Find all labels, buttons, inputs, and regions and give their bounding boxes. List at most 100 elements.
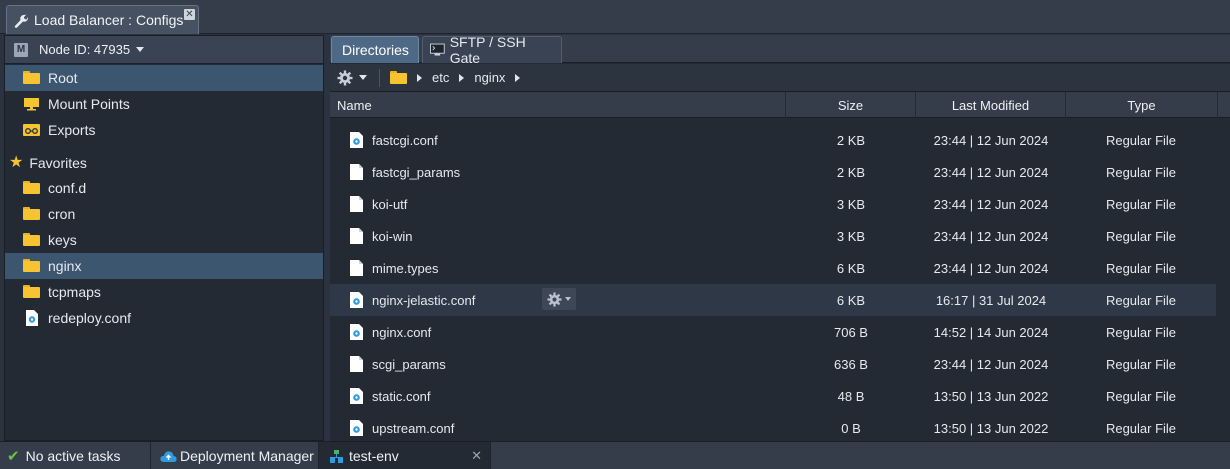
path-toolbar: etc nginx xyxy=(330,64,1230,92)
deployment-manager-button[interactable]: Deployment Manager xyxy=(160,442,314,469)
column-header-size[interactable]: Size xyxy=(786,92,916,118)
tree-item-label: Mount Points xyxy=(48,96,130,112)
chevron-down-icon xyxy=(136,47,145,52)
file-name-cell: static.conf xyxy=(350,380,770,412)
window-tab-bar: Load Balancer : Configs ✕ xyxy=(0,0,1230,34)
file-row[interactable]: scgi_params 636 B 23:44 | 12 Jun 2024 Regul… xyxy=(330,348,1216,380)
file-size-cell: 3 KB xyxy=(836,196,866,212)
gear-icon xyxy=(337,70,353,85)
environment-tab-test-env[interactable]: test-env ✕ xyxy=(319,442,490,469)
file-size-cell: 2 KB xyxy=(836,164,866,180)
file-row[interactable]: static.conf 48 B 13:50 | 13 Jun 2022 Regula… xyxy=(330,380,1216,412)
tree-item-favorite[interactable]: keys xyxy=(5,227,323,253)
config-file-icon xyxy=(26,310,38,326)
file-name-cell: koi-win xyxy=(350,220,770,252)
file-row[interactable]: nginx.conf 706 B 14:52 | 14 Jun 2024 Regula… xyxy=(330,316,1216,348)
close-icon[interactable]: ✕ xyxy=(184,9,195,20)
tree-item-favorite-selected[interactable]: nginx xyxy=(5,253,323,279)
environment-icon xyxy=(330,449,343,463)
file-name: scgi_params xyxy=(372,356,446,372)
status-bar: ✔ No active tasks Deployment Manager tes… xyxy=(0,441,1230,469)
file-modified-cell: 13:50 | 13 Jun 2022 xyxy=(933,388,1049,404)
settings-menu-button[interactable] xyxy=(337,70,367,86)
file-name-cell: fastcgi.conf xyxy=(350,124,770,156)
path-segment-etc[interactable]: etc xyxy=(432,70,449,85)
tab-sftp-ssh-gate[interactable]: SFTP / SSH Gate xyxy=(422,34,562,66)
column-header-last-modified[interactable]: Last Modified xyxy=(916,92,1066,118)
column-label: Type xyxy=(1127,97,1156,113)
file-icon xyxy=(350,164,363,180)
file-type-cell: Regular File xyxy=(1105,260,1177,276)
file-browser-panel: Directories SFTP / SSH Gate etc nginx Na… xyxy=(330,34,1230,444)
file-icon xyxy=(350,356,363,372)
file-name: koi-win xyxy=(372,228,413,244)
tab-label: Directories xyxy=(342,42,409,58)
file-row[interactable]: koi-win 3 KB 23:44 | 12 Jun 2024 Regular Fi… xyxy=(330,220,1216,252)
file-type-cell: Regular File xyxy=(1105,356,1177,372)
file-size-cell: 3 KB xyxy=(836,228,866,244)
tree-item-favorite[interactable]: tcpmaps xyxy=(5,279,323,305)
file-name: nginx-jelastic.conf xyxy=(372,292,476,308)
file-row[interactable]: upstream.conf 0 B 13:50 | 13 Jun 2022 Regul… xyxy=(330,412,1216,444)
tree-item-exports[interactable]: Exports xyxy=(5,117,323,143)
file-row[interactable]: fastcgi_params 2 KB 23:44 | 12 Jun 2024 Reg… xyxy=(330,156,1216,188)
file-modified-cell: 23:44 | 12 Jun 2024 xyxy=(933,196,1049,212)
file-grid-header: Name Size Last Modified Type xyxy=(330,92,1230,118)
folder-icon xyxy=(390,71,407,84)
deployment-manager-label: Deployment Manager xyxy=(180,448,314,464)
tree-item-label: tcpmaps xyxy=(48,284,101,300)
file-size-cell: 0 B xyxy=(841,420,861,436)
tasks-status[interactable]: ✔ No active tasks xyxy=(7,442,121,469)
config-file-icon xyxy=(350,132,363,148)
config-file-icon xyxy=(350,388,363,404)
tree-item-favorite[interactable]: cron xyxy=(5,201,323,227)
tree-item-label: keys xyxy=(48,232,77,248)
column-header-name[interactable]: Name xyxy=(330,92,786,118)
file-size-cell: 6 KB xyxy=(836,292,866,308)
tree-item-root[interactable]: Root xyxy=(5,65,323,91)
path-segment-nginx[interactable]: nginx xyxy=(474,70,505,85)
file-modified-cell: 14:52 | 14 Jun 2024 xyxy=(933,324,1049,340)
tree-item-label: nginx xyxy=(48,258,82,274)
tasks-label: No active tasks xyxy=(25,448,121,464)
folder-icon xyxy=(23,207,40,221)
path-separator-icon xyxy=(417,73,422,82)
folder-icon xyxy=(23,259,40,273)
tree-favorites-header[interactable]: ★ Favorites xyxy=(5,150,323,176)
file-name: nginx.conf xyxy=(372,324,432,340)
file-modified-cell: 13:50 | 13 Jun 2022 xyxy=(933,420,1049,436)
check-icon: ✔ xyxy=(7,448,20,465)
file-actions-button[interactable] xyxy=(542,288,576,310)
favorites-label: Favorites xyxy=(29,155,87,171)
file-row[interactable]: koi-utf 3 KB 23:44 | 12 Jun 2024 Regular Fi… xyxy=(330,188,1216,220)
chevron-down-icon xyxy=(565,297,571,301)
tree-item-favorite[interactable]: redeploy.conf xyxy=(5,305,323,331)
close-icon[interactable]: ✕ xyxy=(471,448,482,464)
status-divider xyxy=(150,442,151,469)
window-tab-load-balancer-configs[interactable]: Load Balancer : Configs ✕ xyxy=(6,5,199,34)
tree-item-label: Root xyxy=(48,70,78,86)
node-selector[interactable]: M Node ID: 47935 xyxy=(5,36,323,64)
file-icon xyxy=(350,196,363,212)
file-modified-cell: 16:17 | 31 Jul 2024 xyxy=(935,292,1047,308)
tree-item-label: conf.d xyxy=(48,180,87,196)
column-header-type[interactable]: Type xyxy=(1066,92,1218,118)
scrollbar[interactable] xyxy=(1216,118,1230,441)
tree-item-favorite[interactable]: conf.d xyxy=(5,175,323,201)
tab-directories[interactable]: Directories xyxy=(331,36,419,63)
tree-item-label: Exports xyxy=(48,122,96,138)
tab-label: SFTP / SSH Gate xyxy=(449,34,526,66)
file-size-cell: 636 B xyxy=(834,356,868,372)
file-name-cell: mime.types xyxy=(350,252,770,284)
path-separator-icon[interactable] xyxy=(515,73,521,82)
file-row[interactable]: nginx-jelastic.conf 6 KB 16:17 | 31 Jul 20… xyxy=(330,284,1216,316)
file-row[interactable]: mime.types 6 KB 23:44 | 12 Jun 2024 Regular… xyxy=(330,252,1216,284)
node-id-label: Node ID: 47935 xyxy=(39,42,131,57)
file-row[interactable]: fastcgi.conf 2 KB 23:44 | 12 Jun 2024 Regul… xyxy=(330,124,1216,156)
file-icon xyxy=(350,260,363,276)
file-size-cell: 706 B xyxy=(834,324,868,340)
folder-icon xyxy=(23,233,40,247)
cloud-upload-icon xyxy=(160,451,177,462)
path-root-folder[interactable] xyxy=(390,71,407,84)
tree-item-mount-points[interactable]: Mount Points xyxy=(5,91,323,117)
